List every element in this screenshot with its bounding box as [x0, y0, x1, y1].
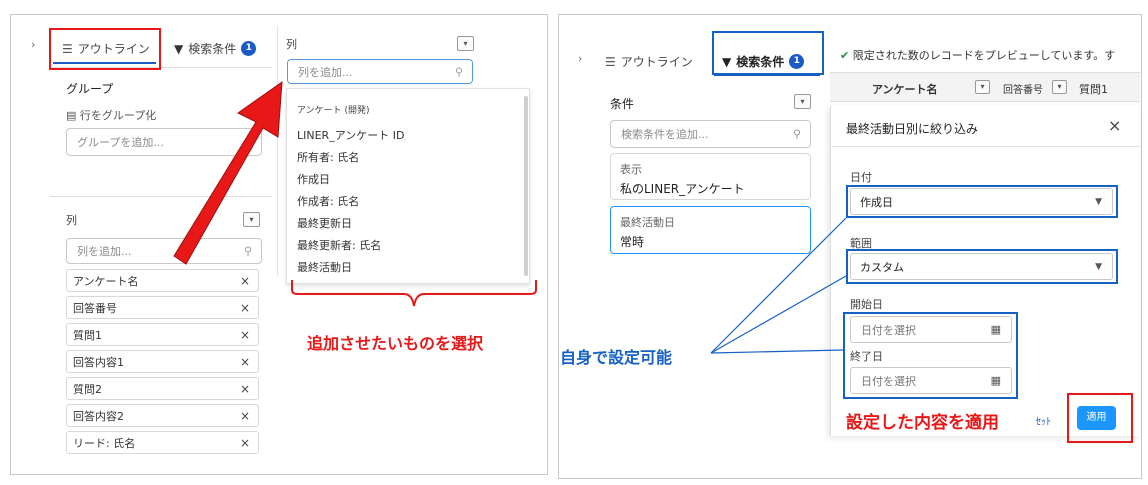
- popup-list-item[interactable]: 作成日: [297, 171, 330, 187]
- tab-outline[interactable]: ☰ アウトライン: [605, 53, 693, 70]
- column-menu-button[interactable]: ▾: [1052, 80, 1067, 94]
- filter-count-badge: 1: [241, 41, 257, 56]
- popup-list-item[interactable]: 作成者: 氏名: [297, 193, 359, 209]
- column-pill[interactable]: 回答内容1 ×: [66, 350, 259, 373]
- select-additions-annotation: 追加させたいものを選択: [307, 334, 484, 353]
- popup-list-item[interactable]: 最終活動日: [297, 259, 352, 275]
- conditions-input[interactable]: 検索条件を追加... ⚲: [610, 120, 811, 148]
- remove-icon[interactable]: ×: [240, 301, 250, 315]
- popup-columns-input[interactable]: 列を追加... ⚲: [287, 59, 473, 84]
- remove-icon[interactable]: ×: [240, 355, 250, 369]
- column-menu-button[interactable]: ▾: [975, 80, 990, 94]
- popup-section-header: アンケート (開発): [297, 106, 370, 116]
- show-label: 表示: [620, 163, 642, 176]
- remove-icon[interactable]: ×: [240, 274, 250, 288]
- filter-icon: ▼: [174, 41, 184, 56]
- conditions-header: 条件: [610, 97, 635, 111]
- apply-settings-annotation: 設定した内容を適用: [846, 413, 999, 433]
- popup-list-item[interactable]: 最終更新者: 氏名: [297, 237, 381, 253]
- filter-tab-highlight: [712, 31, 824, 75]
- column-pill[interactable]: リード: 氏名 ×: [66, 431, 259, 454]
- collapse-chevron-icon[interactable]: ›: [578, 52, 582, 65]
- tab-filter[interactable]: ▼ 検索条件 1: [174, 40, 257, 57]
- dropdown-scrollbar[interactable]: [524, 96, 528, 276]
- column-pill[interactable]: 質問2 ×: [66, 377, 259, 400]
- column-pill[interactable]: 回答内容2 ×: [66, 404, 259, 427]
- remove-icon[interactable]: ×: [240, 436, 250, 450]
- red-brace-annotation: [291, 280, 537, 307]
- date-label: 日付: [850, 171, 872, 184]
- table-header-cell[interactable]: 質問1: [1079, 81, 1108, 97]
- group-by-rows-label: ▤ 行をグループ化: [66, 109, 157, 122]
- apply-button-highlight: [1067, 393, 1133, 443]
- date-select-highlight: [846, 185, 1118, 218]
- reset-link[interactable]: ｾｯﾄ: [1036, 413, 1051, 428]
- column-pill[interactable]: 質問1 ×: [66, 323, 259, 346]
- conditions-menu-button[interactable]: ▾: [794, 94, 811, 109]
- preview-notice: ✔ 限定された数のレコードをプレビューしています。す: [840, 49, 1116, 62]
- show-value: 私のLINER_アンケート: [620, 182, 745, 196]
- date-range-highlight: [843, 312, 1018, 399]
- columns-header: 列: [66, 214, 77, 227]
- column-pill[interactable]: 回答番号 ×: [66, 296, 259, 319]
- group-header: グループ: [66, 82, 114, 96]
- check-circle-icon: ✔: [840, 49, 850, 62]
- search-icon: ⚲: [454, 65, 463, 78]
- close-icon[interactable]: ×: [1108, 116, 1121, 135]
- popup-columns-menu-button[interactable]: ▾: [457, 36, 474, 51]
- table-header-cell[interactable]: 回答番号: [1003, 81, 1043, 96]
- popover-title: 最終活動日別に絞り込み: [846, 122, 979, 136]
- popup-list-item[interactable]: LINER_アンケート ID: [297, 127, 404, 143]
- popup-list-item[interactable]: 最終更新日: [297, 215, 352, 231]
- search-icon: ⚲: [792, 127, 801, 141]
- column-pill[interactable]: アンケート名 ×: [66, 269, 259, 292]
- popup-columns-header: 列: [286, 38, 297, 51]
- red-arrow-annotation: [173, 80, 283, 265]
- range-select-highlight: [846, 249, 1118, 284]
- outline-tab-highlight: [49, 28, 161, 70]
- remove-icon[interactable]: ×: [240, 382, 250, 396]
- self-configurable-annotation: 自身で設定可能: [560, 348, 673, 367]
- blue-connector-lines: [710, 217, 847, 354]
- collapse-chevron-icon[interactable]: ›: [31, 38, 35, 51]
- popup-list-item[interactable]: 所有者: 氏名: [297, 149, 359, 165]
- popover-divider: [830, 146, 1140, 147]
- filter-card-show[interactable]: 表示 私のLINER_アンケート: [610, 153, 811, 200]
- remove-icon[interactable]: ×: [240, 409, 250, 423]
- table-header-cell[interactable]: アンケート名: [872, 81, 938, 97]
- list-icon: ☰: [605, 54, 616, 69]
- remove-icon[interactable]: ×: [240, 328, 250, 342]
- rows-icon: ▤: [66, 109, 77, 122]
